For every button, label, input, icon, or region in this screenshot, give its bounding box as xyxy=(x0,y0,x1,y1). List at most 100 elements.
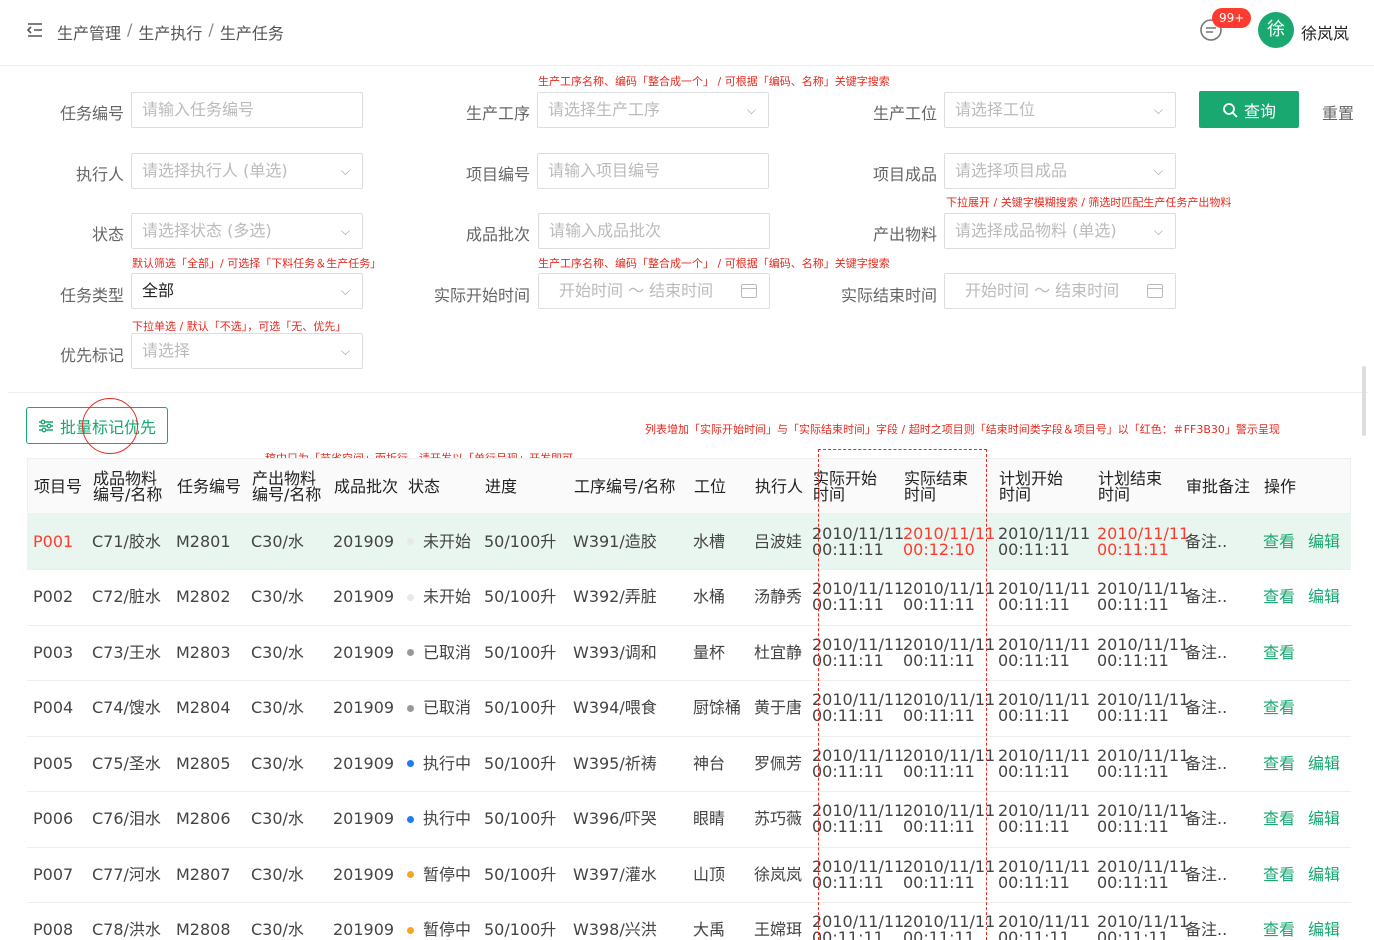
table-cell-station: 水桶 xyxy=(693,587,726,606)
scrollbar[interactable] xyxy=(1362,366,1366,436)
table-cell-project: P003 xyxy=(33,642,74,662)
view-link[interactable]: 查看 xyxy=(1263,922,1295,938)
table-cell-batch: 201909 xyxy=(333,642,395,662)
table-cell-remark: 备注.. xyxy=(1185,753,1228,773)
table-cell-station: 神台 xyxy=(693,753,726,773)
notification-badge: 99+ xyxy=(1212,8,1252,28)
breadcrumb-item[interactable]: 生产管理 xyxy=(57,20,121,44)
status-select[interactable]: 请选择状态 (多选) ⌵ xyxy=(131,213,363,249)
status-label: 状态 xyxy=(91,225,124,244)
table-cell-actions: 查看 编辑 xyxy=(1263,903,1353,940)
chevron-down-icon: ⌵ xyxy=(1153,224,1163,238)
executor-label: 执行人 xyxy=(75,165,124,184)
project-no-input[interactable]: 请输入项目编号 xyxy=(537,153,769,189)
priority-select[interactable]: 请选择 ⌵ xyxy=(131,333,363,369)
table-row[interactable]: P002 C72/脏水 M2802 C30/水 201909 未开始 50/100升 W392… xyxy=(27,570,1351,626)
annotation-note: 下拉单选 / 默认「不选」，可选「无、优先」 xyxy=(132,320,347,333)
view-link[interactable]: 查看 xyxy=(1263,589,1295,605)
table-cell-station: 大禹 xyxy=(693,920,726,939)
actual-end-range[interactable]: 开始时间 ～ 结束时间 xyxy=(944,273,1176,309)
edit-link[interactable]: 编辑 xyxy=(1308,755,1340,772)
reset-button[interactable]: 重置 xyxy=(1322,100,1354,124)
filter-icon xyxy=(38,419,53,432)
project-product-select[interactable]: 请选择项目成品 ⌵ xyxy=(944,153,1176,189)
edit-link[interactable]: 编辑 xyxy=(1308,866,1340,883)
column-header: 计划开始 时间 xyxy=(999,469,1064,504)
table-cell-output: C30/水 xyxy=(251,698,304,717)
table-row[interactable]: P006 C76/泪水 M2806 C30/水 201909 执行中 50/100升 W396… xyxy=(27,792,1351,848)
column-header: 计划结束 时间 xyxy=(1098,469,1163,504)
table-cell-batch: 201909 xyxy=(333,920,395,939)
table-row[interactable]: P001 C71/胶水 M2801 C30/水 201909 未开始 50/100升 W391… xyxy=(27,514,1351,570)
station-select[interactable]: 请选择工位 ⌵ xyxy=(944,92,1176,128)
table-row[interactable]: P005 C75/圣水 M2805 C30/水 201909 执行中 50/100升 W395… xyxy=(27,736,1351,792)
view-link[interactable]: 查看 xyxy=(1263,811,1295,827)
actual-start-range[interactable]: 开始时间 ～ 结束时间 xyxy=(538,273,770,309)
table-cell-executor: 杜宜静 xyxy=(754,642,803,662)
table-row[interactable]: P007 C77/河水 M2807 C30/水 201909 暂停中 50/100升 W397… xyxy=(27,847,1351,903)
table-cell-actions: 查看 xyxy=(1263,681,1308,736)
table-cell-remark: 备注.. xyxy=(1185,698,1228,717)
annotation-note: 生产工序名称、编码「整合成一个」 / 可根据「编码、名称」关键字搜索 xyxy=(538,75,890,88)
project-product-label: 项目成品 xyxy=(872,165,937,184)
table-cell-actions: 查看 编辑 xyxy=(1263,792,1353,847)
annotation-dashed-box xyxy=(818,449,987,940)
avatar[interactable]: 徐 xyxy=(1258,12,1294,48)
table-cell-batch: 201909 xyxy=(333,698,395,717)
table-row[interactable]: P003 C73/王水 M2803 C30/水 201909 已取消 50/100升 W393… xyxy=(27,625,1351,681)
table-cell-plan-end: 2010/11/11 00:11:11 xyxy=(1097,912,1190,940)
username[interactable]: 徐岚岚 xyxy=(1301,20,1349,44)
table-cell-product: C71/胶水 xyxy=(92,531,161,551)
table-cell-process: W391/造胶 xyxy=(573,531,657,551)
table-cell-plan-end: 2010/11/11 00:11:11 xyxy=(1097,523,1190,559)
view-link[interactable]: 查看 xyxy=(1263,700,1295,716)
table-cell-status: 未开始 xyxy=(407,514,471,569)
table-cell-station: 水槽 xyxy=(693,531,726,551)
chevron-down-icon: ⌵ xyxy=(1153,164,1163,178)
chevron-down-icon: ⌵ xyxy=(746,103,756,117)
view-link[interactable]: 查看 xyxy=(1263,533,1295,550)
table-cell-executor: 黄于唐 xyxy=(754,698,803,717)
table-cell-project: P002 xyxy=(33,587,74,606)
task-no-input[interactable]: 请输入任务编号 xyxy=(131,92,363,128)
table-cell-plan-end: 2010/11/11 00:11:11 xyxy=(1097,634,1190,670)
table-cell-actions: 查看 编辑 xyxy=(1263,570,1353,625)
edit-link[interactable]: 编辑 xyxy=(1308,922,1340,938)
table-cell-remark: 备注.. xyxy=(1185,531,1228,551)
table-row[interactable]: P004 C74/馊水 M2804 C30/水 201909 已取消 50/100升 W394… xyxy=(27,681,1351,737)
chevron-down-icon: ⌵ xyxy=(340,344,350,358)
table-cell-task: M2802 xyxy=(176,587,231,606)
table-cell-task: M2807 xyxy=(176,864,231,884)
table-row[interactable]: P008 C78/洪水 M2808 C30/水 201909 暂停中 50/100升 W398… xyxy=(27,903,1351,940)
table-cell-batch: 201909 xyxy=(333,587,395,606)
table-cell-executor: 罗佩芳 xyxy=(754,753,803,773)
status-dot-icon xyxy=(407,926,414,934)
table-cell-batch: 201909 xyxy=(333,531,395,551)
view-link[interactable]: 查看 xyxy=(1263,644,1295,661)
column-header: 进度 xyxy=(485,477,518,496)
table-cell-progress: 50/100升 xyxy=(484,864,557,884)
edit-link[interactable]: 编辑 xyxy=(1308,589,1340,605)
chevron-down-icon: ⌵ xyxy=(340,164,350,178)
table-cell-task: M2803 xyxy=(176,642,231,662)
view-link[interactable]: 查看 xyxy=(1263,866,1295,883)
breadcrumb-item[interactable]: 生产执行 xyxy=(138,20,202,44)
calendar-icon xyxy=(741,284,757,298)
table-cell-status: 已取消 xyxy=(407,625,471,680)
output-material-select[interactable]: 请选择成品物料 (单选) ⌵ xyxy=(944,213,1176,249)
table-cell-executor: 汤静秀 xyxy=(754,587,803,606)
process-select[interactable]: 请选择生产工序 ⌵ xyxy=(537,92,769,128)
table-cell-executor: 徐岚岚 xyxy=(754,864,803,884)
table-cell-output: C30/水 xyxy=(251,531,304,551)
batch-input[interactable]: 请输入成品批次 xyxy=(538,213,770,249)
view-link[interactable]: 查看 xyxy=(1263,755,1295,772)
edit-link[interactable]: 编辑 xyxy=(1308,533,1340,550)
menu-fold-icon[interactable] xyxy=(26,20,44,40)
table-cell-station: 眼睛 xyxy=(693,809,726,828)
query-button[interactable]: 查询 xyxy=(1199,91,1299,128)
edit-link[interactable]: 编辑 xyxy=(1308,811,1340,827)
task-type-select[interactable]: 全部 ⌵ xyxy=(131,273,363,309)
table-cell-product: C75/圣水 xyxy=(92,753,161,773)
executor-select[interactable]: 请选择执行人 (单选) ⌵ xyxy=(131,153,363,189)
status-dot-icon xyxy=(407,704,414,712)
